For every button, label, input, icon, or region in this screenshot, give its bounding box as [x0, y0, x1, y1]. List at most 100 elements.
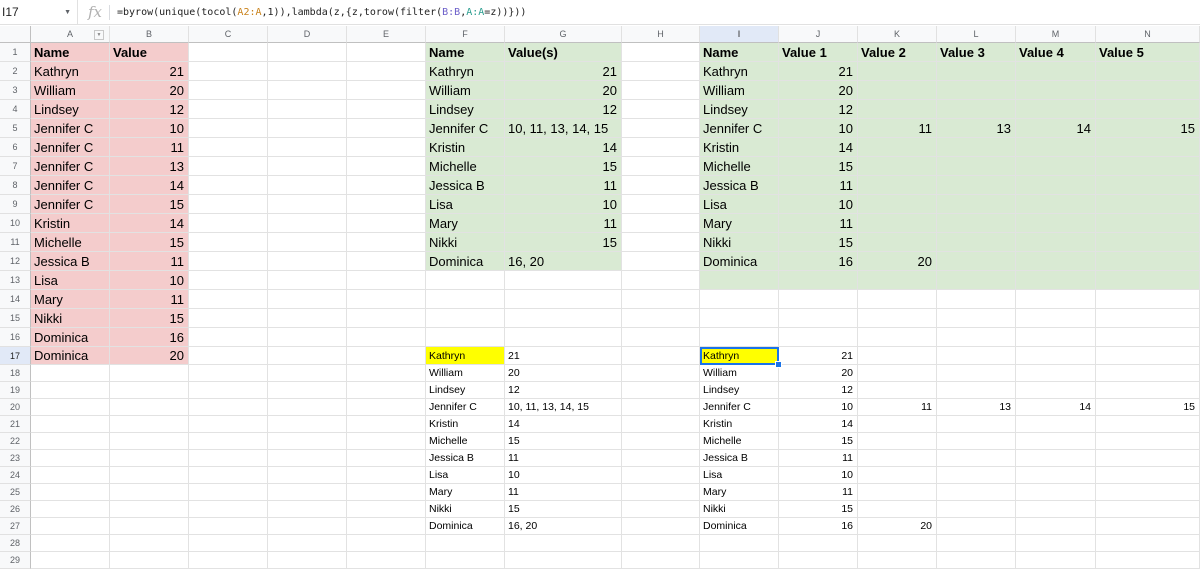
grid-cell[interactable]: [268, 535, 347, 552]
joined-output-cell[interactable]: Jennifer C: [426, 399, 505, 416]
grid-cell[interactable]: [268, 290, 347, 309]
source-cell[interactable]: 11: [110, 290, 189, 309]
grid-cell[interactable]: [505, 271, 622, 290]
joined-cell[interactable]: Michelle: [426, 157, 505, 176]
spread-cell[interactable]: 13: [937, 119, 1016, 138]
grid-cell[interactable]: [347, 399, 426, 416]
spread-cell[interactable]: 21: [779, 62, 858, 81]
joined-cell[interactable]: 10: [505, 195, 622, 214]
grid-cell[interactable]: [1096, 552, 1200, 569]
grid-cell[interactable]: [347, 484, 426, 501]
joined-output-cell[interactable]: 11: [505, 450, 622, 467]
column-header-b[interactable]: B: [110, 26, 189, 43]
row-header-13[interactable]: 13: [0, 271, 31, 290]
joined-cell[interactable]: 11: [505, 214, 622, 233]
joined-output-cell[interactable]: Lindsey: [426, 382, 505, 399]
grid-cell[interactable]: [622, 433, 700, 450]
grid-cell[interactable]: [347, 518, 426, 535]
joined-cell[interactable]: 12: [505, 100, 622, 119]
grid-cell[interactable]: [622, 43, 700, 62]
grid-cell[interactable]: [347, 450, 426, 467]
source-cell[interactable]: Jennifer C: [31, 176, 110, 195]
spread-cell[interactable]: [1096, 176, 1200, 195]
joined-cell[interactable]: 16, 20: [505, 252, 622, 271]
spread-output-cell[interactable]: 11: [779, 484, 858, 501]
joined-cell[interactable]: Dominica: [426, 252, 505, 271]
spread-cell[interactable]: [1096, 138, 1200, 157]
grid-cell[interactable]: [189, 328, 268, 347]
grid-cell[interactable]: [110, 382, 189, 399]
grid-cell[interactable]: [189, 399, 268, 416]
grid-cell[interactable]: [268, 518, 347, 535]
row-header-11[interactable]: 11: [0, 233, 31, 252]
grid-cell[interactable]: [1016, 552, 1096, 569]
grid-cell[interactable]: [1096, 290, 1200, 309]
spread-output-cell[interactable]: [1096, 365, 1200, 382]
grid-cell[interactable]: [189, 43, 268, 62]
grid-cell[interactable]: [268, 100, 347, 119]
grid-cell[interactable]: [189, 176, 268, 195]
spread-output-cell[interactable]: [937, 450, 1016, 467]
spread-cell[interactable]: [1096, 62, 1200, 81]
spread-output-cell[interactable]: [858, 484, 937, 501]
joined-cell[interactable]: Lindsey: [426, 100, 505, 119]
grid-cell[interactable]: [268, 399, 347, 416]
spread-cell[interactable]: [858, 138, 937, 157]
grid-cell[interactable]: [268, 328, 347, 347]
grid-cell[interactable]: [31, 433, 110, 450]
grid-cell[interactable]: [31, 535, 110, 552]
column-header-e[interactable]: E: [347, 26, 426, 43]
grid-cell[interactable]: [268, 233, 347, 252]
grid-cell[interactable]: [268, 309, 347, 328]
spread-output-cell[interactable]: [858, 433, 937, 450]
grid-cell[interactable]: [189, 62, 268, 81]
spread-output-cell[interactable]: 11: [779, 450, 858, 467]
source-cell[interactable]: Jennifer C: [31, 157, 110, 176]
grid-cell[interactable]: [426, 328, 505, 347]
spread-output-cell[interactable]: [1016, 450, 1096, 467]
grid-cell[interactable]: [622, 119, 700, 138]
grid-cell[interactable]: [1096, 309, 1200, 328]
row-header-3[interactable]: 3: [0, 81, 31, 100]
spread-cell[interactable]: Michelle: [700, 157, 779, 176]
grid-cell[interactable]: [858, 328, 937, 347]
row-header-21[interactable]: 21: [0, 416, 31, 433]
green-fill-cell[interactable]: [1096, 271, 1200, 290]
row-header-5[interactable]: 5: [0, 119, 31, 138]
spread-cell[interactable]: Lisa: [700, 195, 779, 214]
grid-cell[interactable]: [426, 552, 505, 569]
header-cell[interactable]: Name: [31, 43, 110, 62]
spread-cell[interactable]: 15: [779, 233, 858, 252]
spread-output-cell[interactable]: [1096, 518, 1200, 535]
joined-cell[interactable]: 15: [505, 233, 622, 252]
spread-cell[interactable]: [1016, 195, 1096, 214]
grid-cell[interactable]: [31, 467, 110, 484]
source-cell[interactable]: 15: [110, 309, 189, 328]
row-header-27[interactable]: 27: [0, 518, 31, 535]
source-cell[interactable]: Kristin: [31, 214, 110, 233]
grid-cell[interactable]: [622, 100, 700, 119]
spread-cell[interactable]: [1016, 176, 1096, 195]
grid-cell[interactable]: [110, 552, 189, 569]
green-fill-cell[interactable]: [779, 271, 858, 290]
grid-cell[interactable]: [347, 252, 426, 271]
grid-cell[interactable]: [268, 501, 347, 518]
joined-cell[interactable]: Kristin: [426, 138, 505, 157]
column-header-n[interactable]: N: [1096, 26, 1200, 43]
grid-cell[interactable]: [268, 62, 347, 81]
grid-cell[interactable]: [426, 535, 505, 552]
column-header-h[interactable]: H: [622, 26, 700, 43]
row-header-22[interactable]: 22: [0, 433, 31, 450]
grid-cell[interactable]: [189, 347, 268, 365]
grid-cell[interactable]: [1016, 290, 1096, 309]
row-header-9[interactable]: 9: [0, 195, 31, 214]
row-header-18[interactable]: 18: [0, 365, 31, 382]
grid-cell[interactable]: [937, 309, 1016, 328]
spread-output-cell[interactable]: Mary: [700, 484, 779, 501]
joined-cell[interactable]: William: [426, 81, 505, 100]
grid-cell[interactable]: [110, 433, 189, 450]
row-header-16[interactable]: 16: [0, 328, 31, 347]
spread-cell[interactable]: 11: [858, 119, 937, 138]
grid-cell[interactable]: [31, 416, 110, 433]
grid-cell[interactable]: [1016, 328, 1096, 347]
